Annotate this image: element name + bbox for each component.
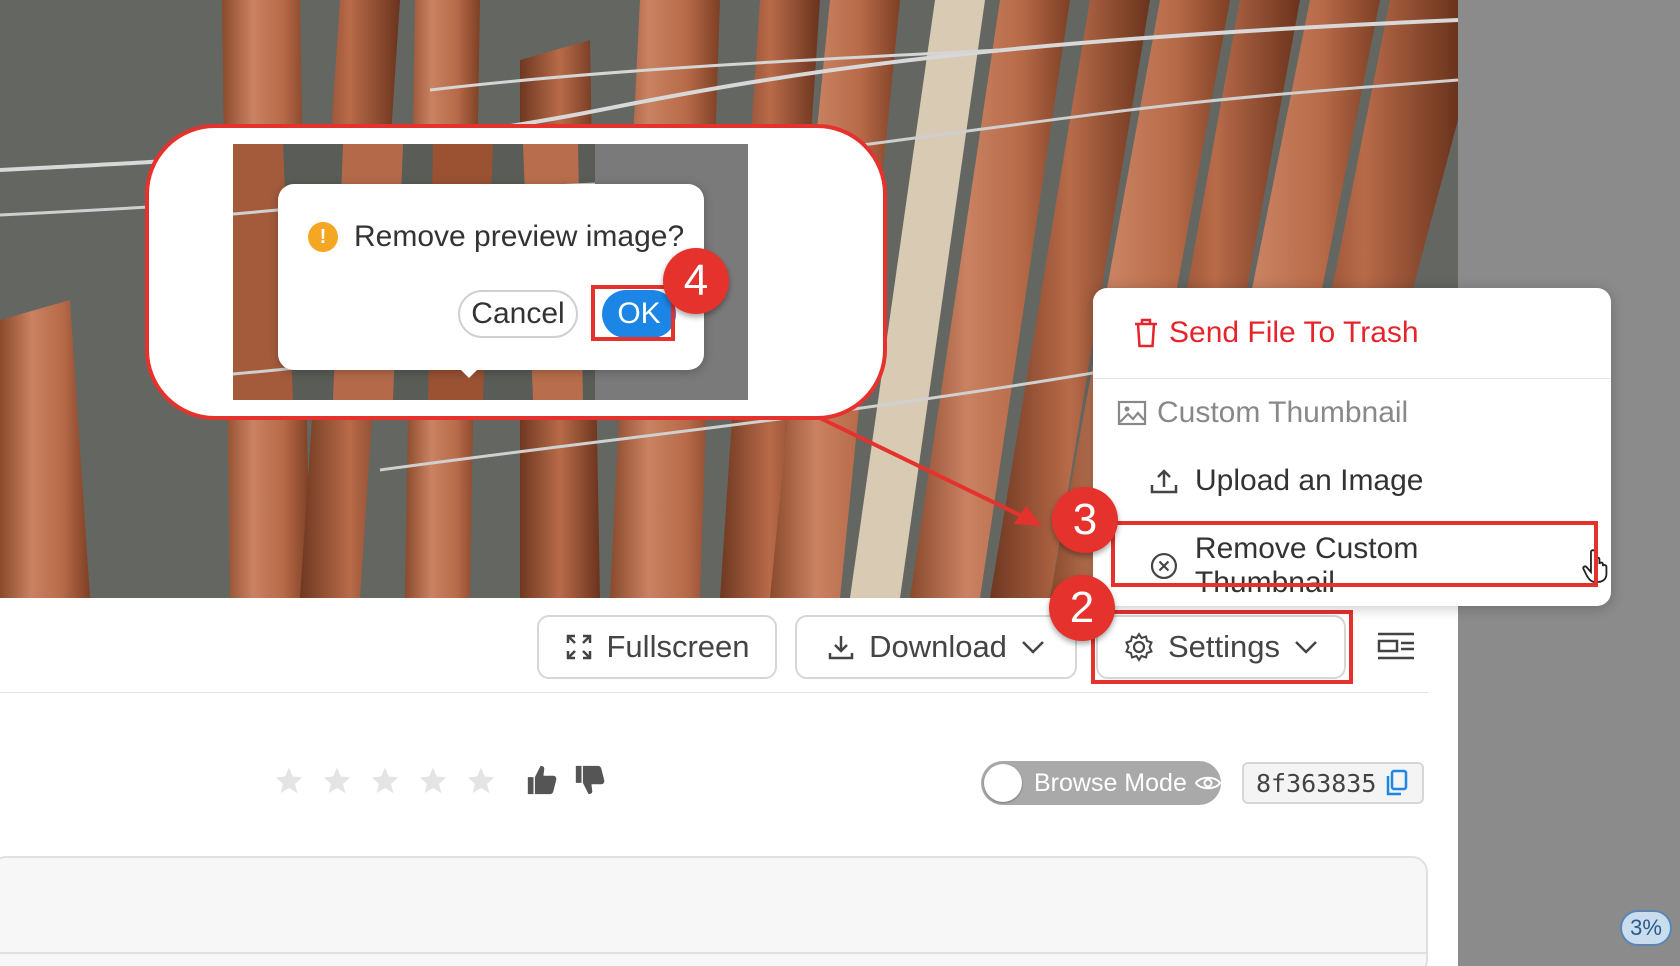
warning-icon: ! [308,222,338,252]
confirm-dialog: ! Remove preview image? Cancel OK [278,184,704,378]
dialog-pointer [458,367,480,378]
ok-highlight [591,285,675,341]
dialog-message: Remove preview image? [354,220,685,253]
dialog-message-row: ! Remove preview image? [308,220,684,254]
step-4-marker: 4 [663,248,729,314]
cancel-button[interactable]: Cancel [458,290,578,338]
